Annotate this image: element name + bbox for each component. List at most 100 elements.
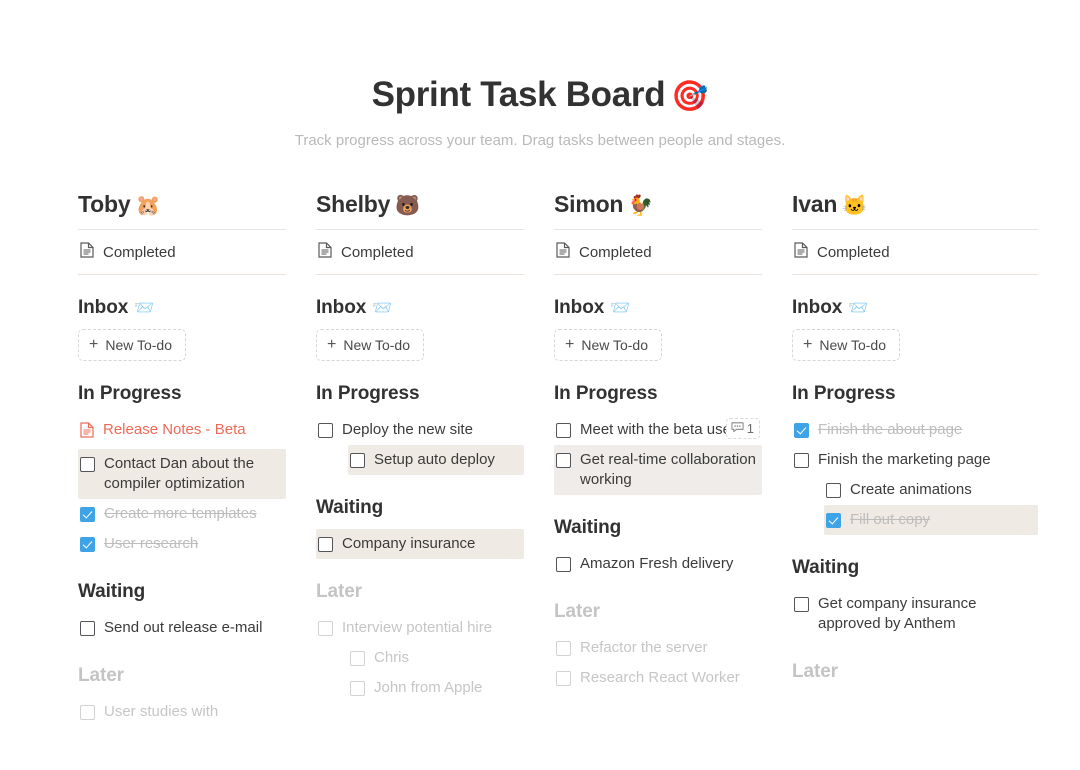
task-row[interactable]: Release Notes - Beta xyxy=(78,415,286,449)
task-row[interactable]: Deploy the new site xyxy=(316,415,524,445)
task-checkbox[interactable] xyxy=(556,670,571,686)
completed-label: Completed xyxy=(579,243,652,261)
completed-label: Completed xyxy=(341,243,414,261)
task-checkbox[interactable] xyxy=(350,680,365,696)
section-header-waiting: Waiting xyxy=(316,496,384,518)
comment-count-badge[interactable]: 1 xyxy=(725,418,760,440)
task-checkbox[interactable] xyxy=(350,452,365,468)
section-header-inbox: Inbox 📨 xyxy=(554,297,762,319)
document-icon xyxy=(80,242,94,262)
task-row[interactable]: Get company insurance approved by Anthem xyxy=(792,589,1038,639)
task-row[interactable]: Research React Worker xyxy=(554,663,762,693)
completed-link[interactable]: Completed xyxy=(78,230,286,274)
section-header-later: Later xyxy=(554,600,600,622)
section-header-in-progress: In Progress xyxy=(792,383,896,404)
task-checkbox[interactable] xyxy=(80,506,95,522)
task-checkbox[interactable] xyxy=(556,423,571,438)
task-label: Setup auto deploy xyxy=(374,450,495,468)
column-owner-name: Toby 🐹 xyxy=(78,191,286,229)
task-checkbox[interactable] xyxy=(794,596,809,612)
completed-link[interactable]: Completed xyxy=(554,230,762,274)
owner-name-text: Ivan xyxy=(792,191,838,217)
task-checkbox[interactable] xyxy=(350,650,365,666)
task-checkbox[interactable] xyxy=(318,536,333,552)
column-owner-name: Simon 🐓 xyxy=(554,191,762,229)
task-checkbox[interactable] xyxy=(826,512,841,528)
new-todo-button[interactable]: + New To-do xyxy=(78,329,187,361)
task-row[interactable]: Create more templates xyxy=(78,499,286,529)
new-todo-button[interactable]: + New To-do xyxy=(792,329,901,361)
section-header-in-progress: In Progress xyxy=(316,383,420,404)
completed-link[interactable]: Completed xyxy=(792,230,1038,274)
inbox-label: Inbox xyxy=(792,297,843,318)
task-row[interactable]: Create animations xyxy=(824,475,1038,505)
task-checkbox[interactable] xyxy=(556,452,571,468)
inbox-label: Inbox xyxy=(554,297,605,318)
inbox-tray-icon: 📨 xyxy=(848,300,868,317)
task-label: Finish the marketing page xyxy=(818,450,991,468)
task-row[interactable]: Chris xyxy=(348,643,524,673)
owner-avatar-emoji: 🐻 xyxy=(395,195,420,217)
task-checkbox[interactable] xyxy=(794,423,809,438)
page-header: Sprint Task Board 🎯 Track progress across… xyxy=(0,0,1080,149)
task-label: Get real-time collaboration working xyxy=(580,450,756,488)
column-owner-name: Ivan 🐱 xyxy=(792,191,1038,229)
plus-icon: + xyxy=(565,336,575,353)
task-checkbox[interactable] xyxy=(80,536,95,552)
document-icon xyxy=(318,242,332,262)
divider xyxy=(78,274,286,275)
task-checkbox[interactable] xyxy=(80,704,95,720)
section-header-waiting: Waiting xyxy=(554,516,622,538)
plus-icon: + xyxy=(89,336,99,353)
task-row[interactable]: Company insurance xyxy=(316,528,524,559)
task-checkbox[interactable] xyxy=(80,456,95,472)
task-label: Fill out copy xyxy=(850,510,931,528)
task-row[interactable]: Interview potential hire xyxy=(316,613,524,643)
board-column-ivan: Ivan 🐱 Completed Inbox 📨 + New To-do In Progres… xyxy=(792,191,1038,693)
new-todo-label: New To-do xyxy=(819,337,887,353)
task-checkbox[interactable] xyxy=(80,620,95,636)
owner-name-text: Shelby xyxy=(316,191,391,217)
task-checkbox[interactable] xyxy=(556,556,571,572)
section-header-inbox: Inbox 📨 xyxy=(792,297,1038,319)
owner-avatar-emoji: 🐓 xyxy=(628,195,653,217)
completed-link[interactable]: Completed xyxy=(316,230,524,274)
completed-label: Completed xyxy=(103,243,176,261)
task-row[interactable]: Send out release e-mail xyxy=(78,613,286,643)
page-title-text: Sprint Task Board xyxy=(371,75,666,114)
task-row[interactable]: John from Apple xyxy=(348,673,524,703)
task-row[interactable]: Refactor the server xyxy=(554,633,762,663)
divider xyxy=(792,274,1038,275)
inbox-tray-icon: 📨 xyxy=(372,300,392,317)
task-row[interactable]: Fill out copy xyxy=(824,504,1038,535)
section-header-later: Later xyxy=(316,580,362,602)
task-row[interactable]: Finish the about page xyxy=(792,415,1038,445)
new-todo-label: New To-do xyxy=(105,337,173,353)
new-todo-button[interactable]: + New To-do xyxy=(554,329,663,361)
task-row[interactable]: Get real-time collaboration working xyxy=(554,444,762,495)
task-row[interactable]: Contact Dan about the compiler optimizat… xyxy=(78,448,286,499)
task-row[interactable]: Meet with the beta users 1 xyxy=(554,415,762,445)
inbox-label: Inbox xyxy=(78,297,129,318)
task-checkbox[interactable] xyxy=(556,640,571,656)
task-row[interactable]: Finish the marketing page xyxy=(792,445,1038,475)
task-row[interactable]: User research xyxy=(78,529,286,559)
board-column-shelby: Shelby 🐻 Completed Inbox 📨 + New To-do In Progr… xyxy=(316,191,554,703)
task-row[interactable]: Setup auto deploy xyxy=(348,444,524,475)
task-label: Release Notes - Beta xyxy=(103,421,246,438)
task-label: Send out release e-mail xyxy=(104,618,263,636)
task-checkbox[interactable] xyxy=(826,482,841,498)
owner-name-text: Toby xyxy=(78,191,131,217)
new-todo-button[interactable]: + New To-do xyxy=(316,329,425,361)
task-row[interactable]: Amazon Fresh delivery xyxy=(554,549,762,579)
task-checkbox[interactable] xyxy=(318,423,333,438)
comment-bubble-icon xyxy=(731,420,744,437)
task-checkbox[interactable] xyxy=(318,620,333,636)
completed-label: Completed xyxy=(817,243,890,261)
task-row[interactable]: User studies with xyxy=(78,697,286,727)
task-checkbox[interactable] xyxy=(794,452,809,468)
divider xyxy=(554,274,762,275)
task-board-page: Sprint Task Board 🎯 Track progress across… xyxy=(0,0,1080,770)
board-column-simon: Simon 🐓 Completed Inbox 📨 + New To-do In Progre… xyxy=(554,191,792,693)
new-todo-label: New To-do xyxy=(581,337,649,353)
